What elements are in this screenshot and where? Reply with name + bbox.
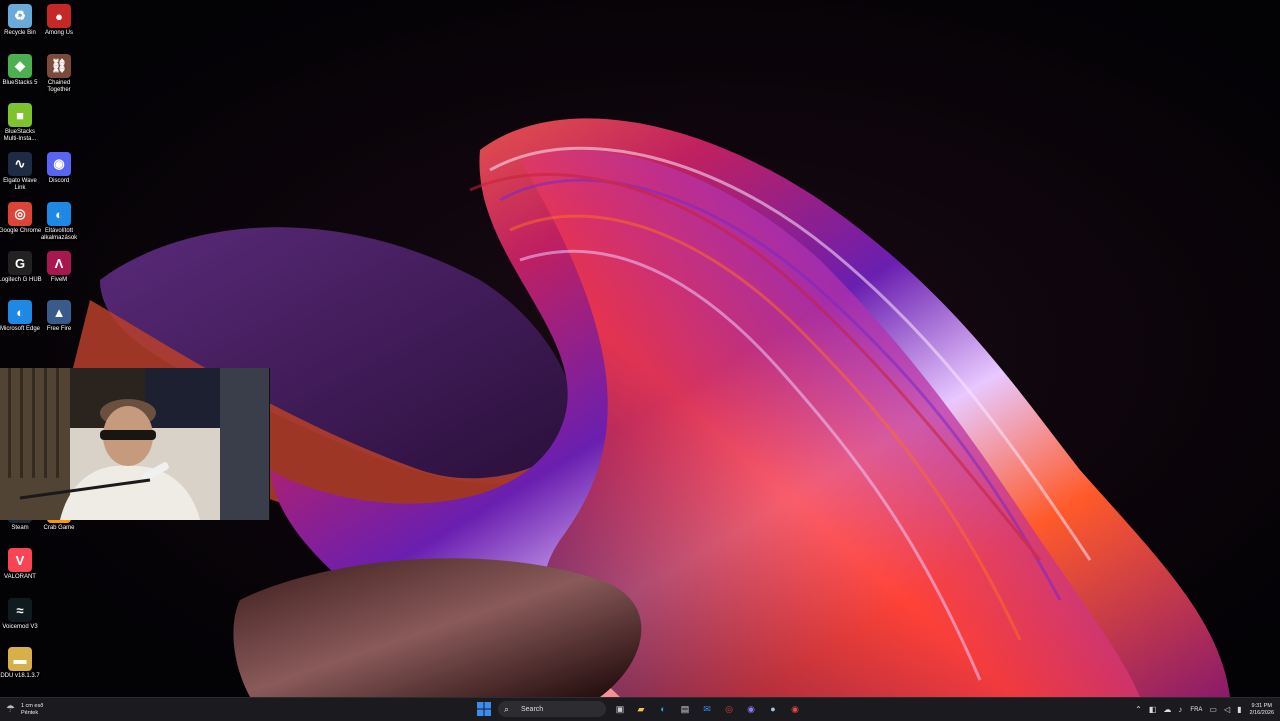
desktop-icon-label: BlueStacks Multi-Insta... (3, 129, 37, 142)
recycle-bin-icon: ♻ (8, 4, 32, 28)
system-tray: ⌃ ◧ ☁ ♪ FRA ▭ ◁ ▮ 9:31 PM 2/16/2026 (1128, 698, 1280, 721)
file-explorer-button[interactable]: ▰ (633, 701, 649, 717)
desktop-icon-label: Google Chrome (0, 228, 42, 234)
desktop-icon-label: Steam (11, 525, 29, 531)
microphone-icon[interactable]: ♪ (1178, 705, 1182, 714)
obs-taskbar-button[interactable]: ◉ (787, 701, 803, 717)
desktop-icon[interactable]: ◐ Microsoft Edge (0, 300, 40, 333)
clock-date: 2/16/2026 (1249, 709, 1274, 716)
desktop-icon[interactable]: ▬ DDU v18.1.3.7 (0, 647, 40, 680)
store-icon: ▤ (680, 703, 690, 714)
bluestacks-multi-icon: ■ (8, 103, 32, 127)
desktop-icon-label: VALORANT (4, 574, 36, 580)
windows-logo-icon (477, 702, 491, 716)
search-icon: ⌕ (504, 703, 510, 714)
weather-widget[interactable]: ☂ 1 cm eső Péntek (6, 701, 43, 718)
desktop-icon[interactable]: V VALORANT (0, 548, 40, 581)
discord-taskbar-button[interactable]: ◉ (743, 701, 759, 717)
desktop-icon[interactable]: G Logitech G HUB (0, 251, 42, 284)
battery-icon[interactable]: ▮ (1237, 705, 1241, 714)
desktop-wallpaper (0, 0, 1280, 697)
chevron-up-icon[interactable]: ⌃ (1135, 705, 1142, 714)
desktop-icon[interactable]: ≈ Voicemod V3 (0, 598, 40, 631)
store-button[interactable]: ▤ (677, 701, 693, 717)
desktop-icon-label: Voicemod V3 (2, 624, 38, 630)
clock-time: 9:31 PM (1251, 702, 1272, 709)
folder-icon: ▰ (637, 703, 645, 714)
bluestacks-icon: ◆ (8, 54, 32, 78)
recording-icon: ◉ (791, 703, 799, 714)
desktop-icon-label: Logitech G HUB (0, 277, 42, 283)
steam-taskbar-button[interactable]: ● (765, 701, 781, 717)
desktop-icon[interactable]: ◎ Google Chrome (0, 202, 42, 235)
free-fire-icon: ▲ (47, 300, 71, 324)
mail-icon: ✉ (703, 703, 711, 714)
discord-icon: ◉ (747, 703, 755, 714)
desktop-icon-label: Chained Together (47, 80, 71, 93)
rain-icon: ☂ (6, 704, 15, 715)
start-button[interactable] (476, 701, 492, 717)
chrome-icon: ◎ (725, 703, 733, 714)
desktop-icon-label: Among Us (44, 30, 73, 36)
desktop-icon[interactable]: ▲ Free Fire (39, 300, 79, 333)
task-view-icon: ▣ (615, 703, 625, 714)
chrome-taskbar-button[interactable]: ◎ (721, 701, 737, 717)
desktop-icon-label: Free Fire (46, 326, 72, 332)
desktop-icon[interactable]: ◆ BlueStacks 5 (0, 54, 40, 87)
desktop-icon-label: BlueStacks 5 (2, 80, 38, 86)
desktop-icon-label: Elgato Wave Link (3, 178, 37, 191)
chrome-icon: ◎ (8, 202, 32, 226)
mail-button[interactable]: ✉ (699, 701, 715, 717)
valorant-icon: V (8, 548, 32, 572)
desktop-icon[interactable]: ♻ Recycle Bin (0, 4, 40, 37)
taskbar-search[interactable]: ⌕ Search (498, 701, 606, 717)
desktop-icon[interactable]: ◐ Eltávolított alkalmazások (39, 202, 79, 242)
edge-taskbar-button[interactable]: ◐ (655, 701, 671, 717)
task-view-button[interactable]: ▣ (612, 701, 628, 717)
desktop-icon[interactable]: ■ BlueStacks Multi-Insta... (0, 103, 40, 143)
logitech-ghub-icon: G (8, 251, 32, 275)
network-icon[interactable]: ◧ (1149, 705, 1157, 714)
fivem-icon: Λ (47, 251, 71, 275)
desktop-icon[interactable]: ⛓ Chained Together (39, 54, 79, 94)
ddu-icon: ▬ (8, 647, 32, 671)
edge-icon: ◐ (47, 202, 71, 226)
desktop-icon-label: Discord (48, 178, 70, 184)
weather-line-2: Péntek (20, 709, 39, 716)
search-placeholder: Search (521, 705, 544, 713)
taskbar: ☂ 1 cm eső Péntek ⌕ Search ▣ ▰ ◐ ▤ ✉ ◎ ◉… (0, 697, 1280, 721)
desktop-icon[interactable]: ∿ Elgato Wave Link (0, 152, 40, 192)
webcam-overlay (0, 368, 270, 520)
among-us-icon: ● (47, 4, 71, 28)
volume-icon[interactable]: ◁ (1224, 705, 1230, 714)
desktop-icon[interactable]: ● Among Us (39, 4, 79, 37)
desktop-icon[interactable]: Λ FiveM (39, 251, 79, 284)
desktop-icon-label: Eltávolított alkalmazások (40, 228, 78, 241)
cloud-icon[interactable]: ☁ (1163, 705, 1171, 714)
discord-icon: ◉ (47, 152, 71, 176)
desktop-icon-label: Crab Game (43, 525, 75, 531)
edge-icon: ◐ (660, 704, 666, 714)
taskbar-clock[interactable]: 9:31 PM 2/16/2026 (1250, 703, 1274, 717)
weather-line-1: 1 cm eső (20, 702, 44, 709)
desktop-icon-label: Recycle Bin (4, 30, 36, 36)
desktop-icon[interactable]: ◉ Discord (39, 152, 79, 185)
steam-icon: ● (770, 704, 776, 714)
desktop-icon-label: Microsoft Edge (0, 326, 41, 332)
display-icon[interactable]: ▭ (1209, 705, 1217, 714)
language-indicator[interactable]: FRA (1190, 707, 1202, 713)
edge-icon: ◐ (8, 300, 32, 324)
voicemod-icon: ≈ (8, 598, 32, 622)
chained-together-icon: ⛓ (47, 54, 71, 78)
elgato-wave-link-icon: ∿ (8, 152, 32, 176)
desktop-icon-label: FiveM (50, 277, 68, 283)
desktop-icon-label: DDU v18.1.3.7 (0, 673, 40, 679)
